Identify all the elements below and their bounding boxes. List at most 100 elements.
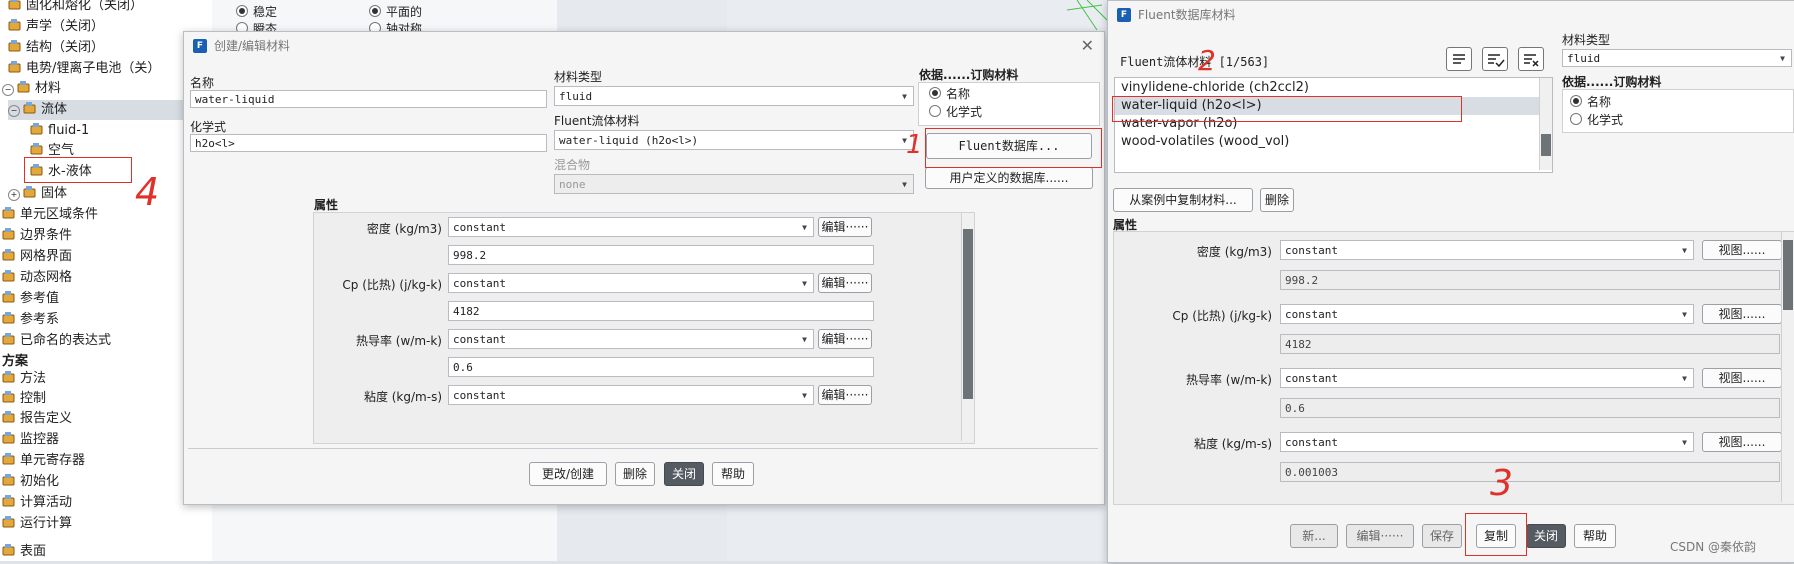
scrollbar-thumb[interactable] [1783,240,1793,310]
radio-planar[interactable]: 平面的 [369,3,422,20]
expand-icon[interactable]: − [2,84,14,96]
help-button[interactable]: 帮助 [1574,524,1616,548]
order-by-formula-radio[interactable]: 化学式 [929,103,982,120]
tree-item[interactable]: 单元寄存器 [2,451,85,471]
property-method-select[interactable]: constant [448,217,814,237]
tree-item[interactable]: + 固体 [8,184,67,204]
order-by-name-radio[interactable]: 名称 [1570,93,1611,110]
tree-item-label: 初始化 [20,474,60,489]
tree-item[interactable]: 边界条件 [2,226,72,246]
tree-item[interactable]: 运行计算 [2,514,72,534]
new-button[interactable]: 新... [1290,524,1338,548]
close-button[interactable]: 关闭 [1526,524,1566,548]
property-edit-button[interactable]: 编辑······ [818,385,872,405]
property-value-field[interactable]: 4182 [448,301,874,321]
tree-item[interactable]: fluid-1 [30,121,89,141]
order-by-label: 依据......订购材料 [1562,75,1662,89]
property-view-button[interactable]: 视图...... [1702,304,1782,324]
create-edit-material-dialog: F 创建/编辑材料 ✕ 名称 water-liquid 材料类型 fluid 化… [183,31,1105,505]
tree-item[interactable]: 参考值 [2,289,59,309]
property-view-button[interactable]: 视图...... [1702,368,1782,388]
material-type-select[interactable]: fluid [1562,49,1792,67]
select-all-icon[interactable] [1482,47,1508,71]
change-create-button[interactable]: 更改/创建 [529,462,607,486]
property-edit-button[interactable]: 编辑······ [818,217,872,237]
close-icon[interactable]: ✕ [1081,32,1094,60]
property-method-select[interactable]: constant [1280,240,1694,260]
separator [188,448,1098,449]
scrollbar-thumb[interactable] [1541,134,1551,156]
name-field[interactable]: water-liquid [190,90,547,108]
property-value-field[interactable]: 998.2 [448,245,874,265]
tree-item[interactable]: 网格界面 [2,247,72,267]
tree-item[interactable]: 监控器 [2,430,59,450]
fluent-fluid-select[interactable]: water-liquid (h2o<l>) [554,130,914,150]
property-method-select[interactable]: constant [448,329,814,349]
close-button[interactable]: 关闭 [664,462,704,486]
list-scrollbar[interactable] [1539,78,1552,170]
tree-item[interactable]: 控制 [2,389,46,409]
property-method-select[interactable]: constant [448,385,814,405]
init-icon [2,473,16,487]
properties-scrollbar[interactable] [961,213,974,441]
tree-item[interactable]: 初始化 [2,472,59,492]
order-by-name-radio[interactable]: 名称 [929,85,970,102]
tree-item-label: 计算活动 [20,495,73,510]
list-item[interactable]: wood-volatiles (wood_vol) [1121,133,1289,151]
tree-item[interactable]: 动态网格 [2,268,72,288]
property-view-button[interactable]: 视图...... [1702,432,1782,452]
property-method-select[interactable]: constant [448,273,814,293]
tree-item[interactable]: − 流体 [8,100,210,120]
tree-item[interactable]: 固化和熔化（关闭） [8,0,143,16]
dialog-title: Fluent数据库材料 [1138,8,1236,22]
delete-button[interactable]: 删除 [1260,188,1294,212]
tree-item-label: 已命名的表达式 [20,333,112,348]
tree-item-label: fluid-1 [48,123,90,138]
radio-steady[interactable]: 稳定 [236,3,277,20]
tree-item[interactable]: 电势/锂离子电池（关） [8,59,160,79]
material-type-select[interactable]: fluid [554,86,914,106]
fluid-icon [30,142,44,156]
tree-item[interactable]: 参考系 [2,310,59,330]
property-method-select[interactable]: constant [1280,432,1694,452]
tree-item[interactable]: 方法 [2,369,46,389]
tree-item[interactable]: 结构（关闭） [8,38,104,58]
property-view-button[interactable]: 视图...... [1702,240,1782,260]
property-method-select[interactable]: constant [1280,304,1694,324]
list-item[interactable]: vinylidene-chloride (ch2ccl2) [1121,79,1309,97]
tree-item[interactable]: 已命名的表达式 [2,331,111,351]
edit-button[interactable]: 编辑······ [1346,524,1414,548]
properties-scrollbar[interactable] [1781,232,1794,502]
deselect-all-icon[interactable] [1518,47,1544,71]
tree-item[interactable]: 表面 [2,542,46,562]
properties-panel: 密度 (kg/m3)constant编辑······998.2Cp (比热) (… [313,212,975,444]
help-button[interactable]: 帮助 [712,462,754,486]
property-value-field[interactable]: 0.6 [448,357,874,377]
formula-field[interactable]: h2o<l> [190,134,547,152]
delete-button[interactable]: 删除 [615,462,655,486]
property-edit-button[interactable]: 编辑······ [818,273,872,293]
sort-icon[interactable] [1446,47,1472,71]
user-database-button[interactable]: 用户定义的数据库...... [925,167,1093,189]
tree-item[interactable]: 声学（关闭） [8,17,104,37]
tree-item[interactable]: − 材料 [2,79,61,99]
property-edit-button[interactable]: 编辑······ [818,329,872,349]
material-type-label: 材料类型 [554,70,603,84]
property-label: 粘度 (kg/m-s) [1193,437,1272,451]
expand-icon[interactable]: − [8,105,20,117]
property-method-select[interactable]: constant [1280,368,1694,388]
property-label: 热导率 (w/m-k) [355,334,442,348]
save-button[interactable]: 保存 [1422,524,1462,548]
scrollbar-thumb[interactable] [963,229,973,399]
tree-item-label: 参考系 [20,312,60,327]
tree-item[interactable]: 报告定义 [2,409,72,429]
copy-from-case-button[interactable]: 从案例中复制材料... [1113,188,1253,212]
tree-item[interactable]: 单元区域条件 [2,205,98,225]
tree-item[interactable]: 计算活动 [2,493,72,513]
order-by-formula-radio[interactable]: 化学式 [1570,111,1623,128]
expand-icon[interactable]: + [8,189,20,201]
tree-item-label: 报告定义 [20,411,73,426]
fluent-materials-list[interactable]: vinylidene-chloride (ch2ccl2) water-liqui… [1114,77,1553,173]
fluent-app-icon: F [1117,8,1131,22]
property-value-field: 0.001003 [1280,462,1780,482]
